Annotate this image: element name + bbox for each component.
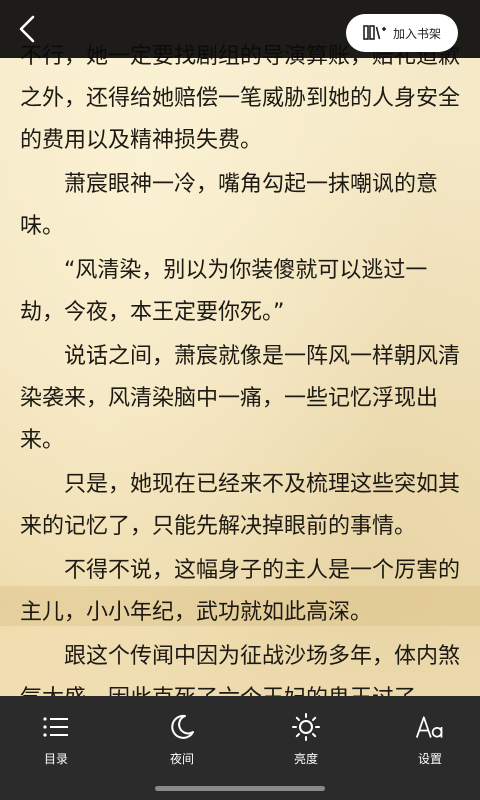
reading-content[interactable]: 不行，她一定要找剧组的导演算账，赔礼道歉之外，还得给她赔偿一笔威胁到她的人身安全… <box>0 36 480 696</box>
toolbar-item-contents[interactable]: 目录 <box>16 712 96 772</box>
paragraph: 说话之间，萧宸就像是一阵风一样朝风清染袭来，风清染脑中一痛，一些记忆浮现出来。 <box>20 344 461 453</box>
sun-icon <box>292 713 320 741</box>
toolbar-item-settings[interactable]: 设置 <box>390 712 470 772</box>
toolbar-label: 目录 <box>43 752 68 766</box>
paragraph: 不得不说，这幅身子的主人是一个厉害的主儿，小小年纪，武功就如此高深。 <box>20 558 461 625</box>
home-indicator[interactable] <box>155 786 325 791</box>
chevron-left-icon <box>19 15 35 43</box>
toolbar-item-brightness[interactable]: 亮度 <box>266 712 346 772</box>
paragraph: 只是，她现在已经来不及梳理这些突如其来的记忆了，只能先解决掉眼前的事情。 <box>20 472 461 539</box>
font-icon <box>415 716 443 738</box>
paragraph: “风清染，别以为你装傻就可以逃过一劫，今夜，本王定要你死。” <box>20 258 428 325</box>
add-to-bookshelf-button[interactable]: 加入书架 <box>346 14 458 52</box>
add-shelf-label: 加入书架 <box>392 26 441 41</box>
toolbar-label: 夜间 <box>169 752 194 766</box>
list-icon <box>43 717 68 737</box>
back-button[interactable] <box>10 12 44 46</box>
paragraph: 跟这个传闻中因为征战沙场多年，体内煞气太盛，因此克死了六个王妃的鬼王过了 <box>20 644 461 696</box>
toolbar-item-night-mode[interactable]: 夜间 <box>142 712 222 772</box>
moon-icon <box>171 714 194 739</box>
paragraph: 萧宸眼神一冷，嘴角勾起一抹嘲讽的意味。 <box>20 172 439 239</box>
toolbar-label: 设置 <box>417 752 442 766</box>
toolbar-label: 亮度 <box>293 752 318 766</box>
top-bar: 加入书架 <box>0 0 480 58</box>
bookshelf-add-icon <box>363 25 386 40</box>
bottom-toolbar: 目录 夜间 亮度 设置 <box>0 696 480 800</box>
